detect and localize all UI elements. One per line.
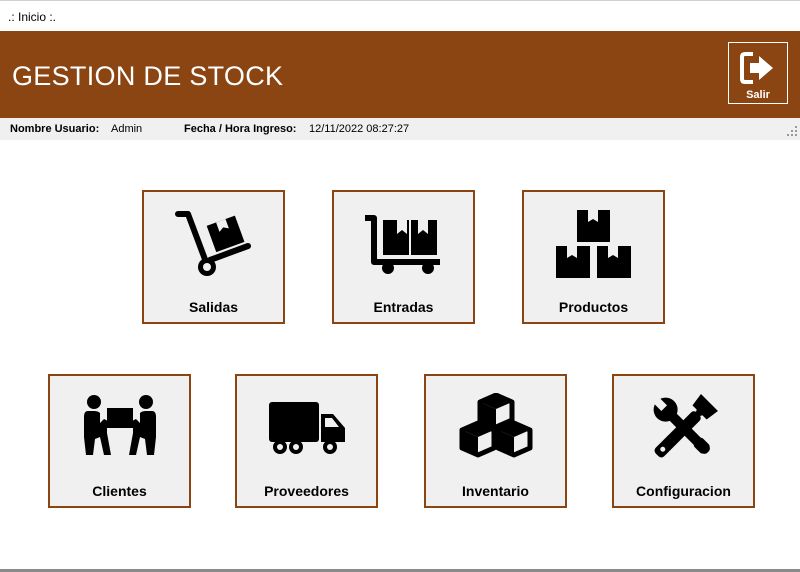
boxes-stack-icon [555, 210, 631, 278]
tile-label: Entradas [373, 299, 434, 315]
tile-inventario[interactable]: Inventario [424, 374, 567, 508]
tile-label: Inventario [462, 483, 529, 499]
people-carry-icon [83, 395, 156, 455]
resize-grip-icon[interactable] [787, 126, 797, 136]
user-value: Admin [111, 123, 143, 135]
tile-label: Productos [558, 299, 629, 315]
tile-label: Configuracion [636, 483, 731, 499]
sign-out-icon [740, 52, 773, 84]
tile-productos[interactable]: Productos [522, 190, 665, 324]
login-date-label: Fecha / Hora Ingreso: [184, 123, 297, 135]
window-title: .: Inicio :. [8, 10, 57, 24]
cart-box-icon [364, 215, 440, 274]
title-bar: .: Inicio :. [0, 0, 800, 31]
tile-salidas[interactable]: Salidas [142, 190, 285, 324]
tile-entradas[interactable]: Entradas [332, 190, 475, 324]
tile-label: Clientes [92, 483, 147, 499]
hand-truck-icon [174, 211, 251, 276]
cubes-icon [459, 393, 532, 458]
exit-button[interactable]: Salir [728, 42, 788, 104]
login-date-value: 12/11/2022 08:27:27 [309, 123, 410, 135]
tile-configuracion[interactable]: Configuracion [612, 374, 755, 508]
tile-clientes[interactable]: Clientes [48, 374, 191, 508]
status-bar: Nombre Usuario: Admin Fecha / Hora Ingre… [0, 118, 800, 140]
tools-icon [652, 394, 718, 458]
tile-label: Salidas [188, 299, 239, 315]
user-label: Nombre Usuario: [10, 123, 100, 135]
truck-icon [268, 402, 345, 454]
app-title: GESTION DE STOCK [12, 61, 284, 91]
exit-button-label: Salir [746, 89, 770, 101]
tile-proveedores[interactable]: Proveedores [235, 374, 378, 508]
app-header: GESTION DE STOCK [0, 31, 800, 118]
tile-label: Proveedores [264, 483, 349, 499]
